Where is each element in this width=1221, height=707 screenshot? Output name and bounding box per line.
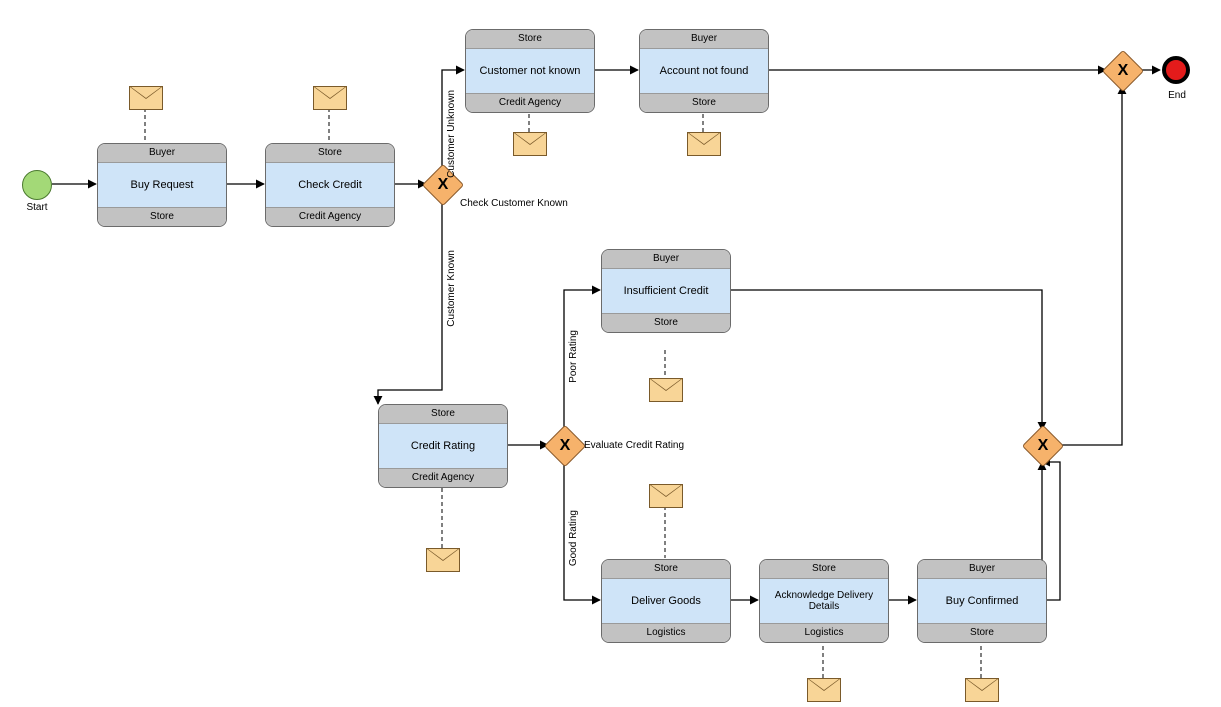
task-name: Check Credit — [266, 163, 394, 207]
task-name: Account not found — [640, 49, 768, 93]
start-label: Start — [20, 202, 54, 213]
task-top: Buyer — [918, 560, 1046, 579]
message-icon — [649, 378, 683, 402]
message-icon — [426, 548, 460, 572]
edge-label-good: Good Rating — [568, 510, 579, 566]
task-bottom: Logistics — [602, 623, 730, 642]
task-name: Buy Confirmed — [918, 579, 1046, 623]
message-icon — [649, 484, 683, 508]
gateway-label: Check Customer Known — [460, 198, 590, 209]
task-bottom: Store — [640, 93, 768, 112]
task-buy-request[interactable]: Buyer Buy Request Store — [97, 143, 227, 227]
task-bottom: Credit Agency — [379, 468, 507, 487]
end-event[interactable] — [1162, 56, 1190, 84]
task-top: Store — [760, 560, 888, 579]
task-name: Customer not known — [466, 49, 594, 93]
task-name: Acknowledge Delivery Details — [760, 579, 888, 623]
task-deliver-goods[interactable]: Store Deliver Goods Logistics — [601, 559, 731, 643]
task-customer-not-known[interactable]: Store Customer not known Credit Agency — [465, 29, 595, 113]
gateway-label: Evaluate Credit Rating — [584, 440, 714, 451]
task-bottom: Store — [98, 207, 226, 226]
start-event[interactable] — [22, 170, 52, 200]
task-name: Credit Rating — [379, 424, 507, 468]
task-bottom: Credit Agency — [266, 207, 394, 226]
task-account-not-found[interactable]: Buyer Account not found Store — [639, 29, 769, 113]
message-icon — [807, 678, 841, 702]
task-top: Buyer — [602, 250, 730, 269]
end-label: End — [1160, 90, 1194, 101]
task-bottom: Credit Agency — [466, 93, 594, 112]
message-icon — [513, 132, 547, 156]
task-bottom: Logistics — [760, 623, 888, 642]
task-bottom: Store — [918, 623, 1046, 642]
message-icon — [965, 678, 999, 702]
task-ack-delivery[interactable]: Store Acknowledge Delivery Details Logis… — [759, 559, 889, 643]
task-name: Buy Request — [98, 163, 226, 207]
task-insufficient-credit[interactable]: Buyer Insufficient Credit Store — [601, 249, 731, 333]
task-buy-confirmed[interactable]: Buyer Buy Confirmed Store — [917, 559, 1047, 643]
task-top: Store — [379, 405, 507, 424]
task-top: Store — [466, 30, 594, 49]
message-icon — [313, 86, 347, 110]
edge-label-known: Customer Known — [446, 250, 457, 327]
message-icon — [687, 132, 721, 156]
task-name: Insufficient Credit — [602, 269, 730, 313]
task-name: Deliver Goods — [602, 579, 730, 623]
task-credit-rating[interactable]: Store Credit Rating Credit Agency — [378, 404, 508, 488]
task-bottom: Store — [602, 313, 730, 332]
edge-label-poor: Poor Rating — [568, 330, 579, 383]
task-check-credit[interactable]: Store Check Credit Credit Agency — [265, 143, 395, 227]
task-top: Store — [602, 560, 730, 579]
task-top: Store — [266, 144, 394, 163]
diagram-canvas: Start Buyer Buy Request Store Store Chec… — [0, 0, 1221, 707]
edge-label-unknown: Customer Unknown — [446, 90, 457, 178]
message-icon — [129, 86, 163, 110]
task-top: Buyer — [98, 144, 226, 163]
task-top: Buyer — [640, 30, 768, 49]
